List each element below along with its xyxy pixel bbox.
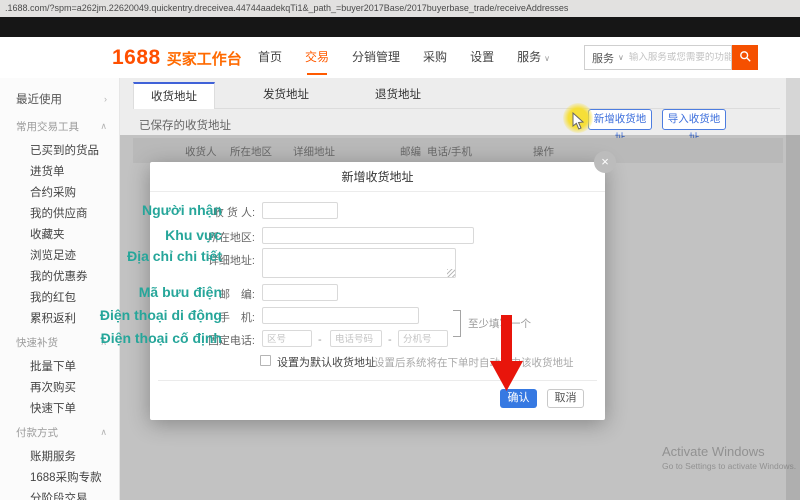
saved-addresses-label: 已保存的收货地址 (139, 120, 231, 132)
sidebar-item-credit-term-service[interactable]: 账期服务 (0, 445, 119, 466)
sidebar-section-label: 快速补货 (16, 337, 58, 349)
nav-settings[interactable]: 设置 (470, 37, 494, 78)
dash-separator: - (388, 334, 392, 346)
viet-annotation-receiver: Người nhận (142, 202, 222, 218)
top-dark-bar (0, 17, 800, 37)
at-least-one-bracket (453, 310, 461, 337)
sidebar-item-staged-transaction[interactable]: 分阶段交易 (0, 487, 119, 500)
sidebar-item-contract-purchase[interactable]: 合约采购 (0, 181, 119, 202)
address-tabs: 收货地址 发货地址 退货地址 (133, 82, 780, 109)
search-box: 服务 ∨ (584, 45, 732, 70)
dash-separator: - (318, 334, 322, 346)
tab-receive-address[interactable]: 收货地址 (133, 82, 215, 109)
windows-activation-watermark: Activate Windows Go to Settings to activ… (662, 444, 796, 471)
nav-service[interactable]: 服务 ∨ (517, 37, 550, 78)
viet-annotation-zipcode: Mã bưu điện (138, 284, 222, 300)
sidebar-item-my-coupons[interactable]: 我的优惠券 (0, 265, 119, 286)
sidebar: 最近使用 › 常用交易工具 ∧ 已买到的货品 进货单 合约采购 我的供应商 收藏夹 … (0, 78, 120, 500)
sidebar-item-recently-used[interactable]: 最近使用 › (0, 86, 119, 111)
region-input[interactable] (262, 227, 474, 244)
sidebar-item-purchase-list[interactable]: 进货单 (0, 160, 119, 181)
landline-area-code-input[interactable] (262, 330, 312, 347)
nav-service-label: 服务 (517, 50, 542, 64)
mouse-cursor-icon (572, 111, 588, 135)
site-logo[interactable]: 1688 买家工作台 (112, 46, 242, 70)
sidebar-item-quick-order[interactable]: 快速下单 (0, 397, 119, 418)
detail-address-textarea[interactable] (262, 248, 456, 278)
sidebar-item-my-red-packets[interactable]: 我的红包 (0, 286, 119, 307)
sidebar-item-purchased-goods[interactable]: 已买到的货品 (0, 139, 119, 160)
add-address-button[interactable]: 新增收货地址 (588, 109, 652, 144)
tab-return-address[interactable]: 退货地址 (357, 82, 439, 109)
site-header: 1688 买家工作台 首页 交易 分销管理 采购 设置 服务 ∨ 服务 ∨ (0, 37, 800, 78)
tab-ship-address[interactable]: 发货地址 (245, 82, 327, 109)
sidebar-label: 最近使用 (16, 93, 62, 106)
cancel-button[interactable]: 取消 (547, 389, 584, 408)
receiver-input[interactable] (262, 202, 338, 219)
header-search: 服务 ∨ (584, 45, 758, 70)
address-action-buttons: 新增收货地址 导入收货地址 (588, 109, 726, 144)
nav-distribution[interactable]: 分销管理 (352, 37, 400, 78)
viet-annotation-region: Khu vực (165, 227, 222, 243)
search-category-select[interactable]: 服务 (585, 50, 618, 66)
sidebar-section-label: 常用交易工具 (16, 121, 79, 133)
watermark-line2: Go to Settings to activate Windows. (662, 461, 797, 471)
landline-extension-input[interactable] (398, 330, 448, 347)
main-nav: 首页 交易 分销管理 采购 设置 服务 ∨ (258, 37, 550, 78)
logo-1688: 1688 (112, 46, 161, 69)
mobile-input[interactable] (262, 307, 419, 324)
resize-handle-icon[interactable] (447, 269, 455, 277)
sidebar-item-batch-order[interactable]: 批量下单 (0, 355, 119, 376)
chevron-up-icon: ∧ (100, 121, 107, 131)
watermark-line1: Activate Windows (662, 444, 765, 459)
modal-title: 新增收货地址 (150, 162, 605, 192)
page: .1688.com/?spm=a262jm.22620049.quickentr… (0, 0, 800, 500)
sidebar-item-browsing-history[interactable]: 浏览足迹 (0, 244, 119, 265)
chevron-down-icon: ∨ (544, 54, 550, 63)
sidebar-section-label: 付款方式 (16, 427, 58, 439)
chevron-down-icon: ∨ (618, 53, 624, 62)
search-icon (739, 50, 752, 66)
default-address-checkbox-label[interactable]: 设置为默认收货地址 (277, 354, 376, 370)
default-address-hint: 设置后系统将在下单时自动选中该收货地址 (374, 356, 574, 369)
sidebar-section-common-trade-tools[interactable]: 常用交易工具 ∧ (0, 114, 119, 139)
nav-purchase[interactable]: 采购 (423, 37, 447, 78)
nav-home[interactable]: 首页 (258, 37, 282, 78)
sidebar-item-1688-procurement-fund[interactable]: 1688采购专款 (0, 466, 119, 487)
landline-number-input[interactable] (330, 330, 382, 347)
viet-annotation-detail-address: Địa chỉ chi tiết (127, 248, 222, 264)
modal-footer-divider (158, 380, 597, 381)
sidebar-section-payment-methods[interactable]: 付款方式 ∧ (0, 420, 119, 445)
red-arrow-annotation (487, 315, 527, 398)
search-button[interactable] (732, 45, 758, 70)
sidebar-item-favorites[interactable]: 收藏夹 (0, 223, 119, 244)
sidebar-item-buy-again[interactable]: 再次购买 (0, 376, 119, 397)
browser-address-bar[interactable]: .1688.com/?spm=a262jm.22620049.quickentr… (0, 0, 800, 17)
logo-workbench-text: 买家工作台 (166, 51, 242, 68)
search-input[interactable] (628, 52, 731, 63)
default-address-checkbox[interactable] (260, 355, 271, 366)
zipcode-input[interactable] (262, 284, 338, 301)
chevron-up-icon: ∧ (100, 427, 107, 437)
viet-annotation-mobile: Điện thoại di động (99, 307, 222, 323)
nav-trade[interactable]: 交易 (305, 37, 329, 78)
viet-annotation-landline: Điện thoại cố định (100, 330, 222, 346)
close-icon[interactable]: × (594, 151, 616, 173)
sidebar-item-my-suppliers[interactable]: 我的供应商 (0, 202, 119, 223)
import-address-button[interactable]: 导入收货地址 (662, 109, 726, 144)
chevron-right-icon: › (104, 93, 107, 104)
